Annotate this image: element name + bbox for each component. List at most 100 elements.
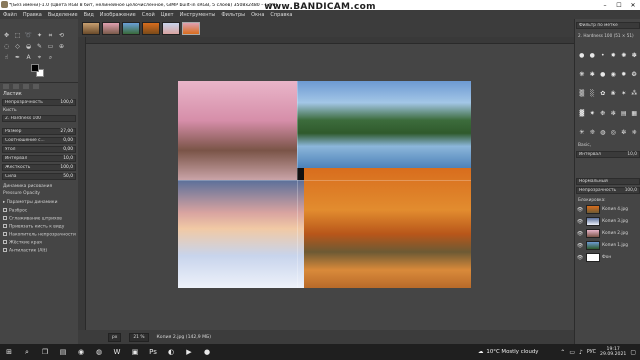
- layer-mode-select[interactable]: Нормальный: [576, 178, 640, 185]
- fuzzy-select-tool-icon[interactable]: ✦: [35, 31, 44, 40]
- path-tool-icon[interactable]: ✒: [13, 53, 22, 62]
- brush-item[interactable]: ░: [588, 90, 598, 98]
- brush-item[interactable]: ❊: [588, 129, 598, 137]
- brush-item[interactable]: ✹: [619, 70, 629, 78]
- opacity-slider[interactable]: Непрозрачность 100,0: [2, 99, 76, 106]
- rect-select-tool-icon[interactable]: ⬚: [13, 31, 22, 40]
- weather-widget[interactable]: ☁ 10°C Mostly cloudy: [478, 344, 538, 360]
- brush-item[interactable]: ✽: [630, 51, 640, 59]
- horizontal-ruler[interactable]: [86, 37, 574, 44]
- hardness-slider[interactable]: Жёсткость 100,0: [2, 164, 76, 171]
- menu-tools[interactable]: Инструменты: [180, 12, 216, 18]
- tray-arrow-icon[interactable]: ⌃: [560, 349, 565, 356]
- menu-help[interactable]: Справка: [270, 12, 292, 18]
- smooth-checkbox[interactable]: Сглаживание штрихов: [3, 216, 62, 222]
- menu-filters[interactable]: Фильтры: [221, 12, 245, 18]
- image-tab-active[interactable]: [182, 21, 200, 35]
- incremental-checkbox[interactable]: Накопитель непрозрачности: [3, 232, 76, 238]
- menu-view[interactable]: Вид: [84, 12, 94, 18]
- foreground-color-swatch[interactable]: [31, 64, 39, 72]
- menu-file[interactable]: Файл: [3, 12, 17, 18]
- layer-row[interactable]: 👁 Копия 2.jpg: [576, 228, 640, 239]
- cage-tool-icon[interactable]: ◇: [13, 42, 22, 51]
- force-slider[interactable]: Сила 50,0: [2, 173, 76, 180]
- explorer-icon[interactable]: ▤: [56, 345, 70, 359]
- brush-item[interactable]: ●: [577, 51, 587, 59]
- windows-start-icon[interactable]: ⊞: [2, 345, 16, 359]
- tab-tool-options[interactable]: [3, 84, 9, 89]
- layer-row[interactable]: 👁 Копия 1.jpg: [576, 240, 640, 251]
- brush-item[interactable]: ✸: [609, 51, 619, 59]
- layer-row[interactable]: 👁 Фон: [576, 252, 640, 263]
- lasso-tool-icon[interactable]: ➰: [24, 31, 33, 40]
- photos-icon[interactable]: ▣: [128, 345, 142, 359]
- photoshop-icon[interactable]: Ps: [146, 345, 160, 359]
- clock[interactable]: 19:17 29.09.2021: [600, 347, 626, 358]
- tab-device-status[interactable]: [13, 84, 19, 89]
- brush-item[interactable]: ✺: [619, 51, 629, 59]
- clone-tool-icon[interactable]: ⊕: [57, 42, 66, 51]
- transform-tool-icon[interactable]: ⟲: [57, 31, 66, 40]
- brush-item[interactable]: ✳: [577, 129, 587, 137]
- menu-windows[interactable]: Окна: [251, 12, 264, 18]
- brush-item[interactable]: ✷: [588, 109, 598, 117]
- warp-tool-icon[interactable]: ◌: [2, 42, 11, 51]
- brush-filter-input[interactable]: Фильтр по метке: [576, 22, 640, 29]
- notification-icon[interactable]: ▢: [630, 349, 636, 356]
- brush-item[interactable]: ◎: [609, 129, 619, 137]
- dynamics-options-expander[interactable]: ▸ Параметры динамики: [3, 200, 57, 205]
- tab-undo-history[interactable]: [23, 84, 29, 89]
- fill-tool-icon[interactable]: ◒: [24, 42, 33, 51]
- browser-icon[interactable]: ◉: [74, 345, 88, 359]
- media-icon[interactable]: ▶: [182, 345, 196, 359]
- image-tab-4[interactable]: [142, 21, 160, 35]
- angle-slider[interactable]: Угол 0,00: [2, 146, 76, 153]
- brush-item[interactable]: ❈: [630, 129, 640, 137]
- vertical-ruler[interactable]: [78, 37, 86, 330]
- anti-erase-checkbox[interactable]: Антиластик (Alt): [3, 248, 47, 254]
- brush-item[interactable]: •: [598, 51, 608, 59]
- brush-item[interactable]: ✶: [619, 90, 629, 98]
- brush-item[interactable]: ▓: [577, 109, 587, 117]
- brush-item[interactable]: ✿: [598, 90, 608, 98]
- word-icon[interactable]: W: [110, 345, 124, 359]
- close-button[interactable]: ✕: [626, 0, 640, 10]
- language-indicator[interactable]: РУС: [587, 350, 596, 355]
- brush-selector[interactable]: 2. Hardness 100: [2, 115, 76, 122]
- menu-select[interactable]: Выделение: [48, 12, 78, 18]
- brush-item[interactable]: ▤: [619, 109, 629, 117]
- eye-icon[interactable]: 👁: [576, 231, 584, 237]
- image-tab-3[interactable]: [122, 21, 140, 35]
- eye-icon[interactable]: 👁: [576, 207, 584, 213]
- hard-edge-checkbox[interactable]: Жёсткие края: [3, 240, 42, 246]
- dynamics-selector[interactable]: Pressure Opacity: [3, 191, 40, 196]
- spacing-slider[interactable]: Интервал 10,0: [2, 155, 76, 162]
- bandicam-icon[interactable]: ●: [200, 345, 214, 359]
- image-tab-2[interactable]: [102, 21, 120, 35]
- zoom-selector[interactable]: 21 %: [129, 332, 149, 342]
- menu-edit[interactable]: Правка: [23, 12, 42, 18]
- eye-icon[interactable]: 👁: [576, 243, 584, 249]
- menu-colors[interactable]: Цвет: [161, 12, 174, 18]
- network-icon[interactable]: ▭: [569, 349, 575, 356]
- brush-item[interactable]: ✱: [588, 70, 598, 78]
- brush-item[interactable]: ❋: [577, 70, 587, 78]
- menu-image[interactable]: Изображение: [100, 12, 136, 18]
- layer-row[interactable]: 👁 Копия 3.jpg: [576, 216, 640, 227]
- brush-spacing-slider[interactable]: Интервал 10,0: [576, 151, 640, 158]
- layer-row[interactable]: 👁 Копия 4.jpg: [576, 204, 640, 215]
- move-tool-icon[interactable]: ✥: [2, 31, 11, 40]
- eraser-tool-icon[interactable]: ▭: [46, 42, 55, 51]
- menu-layer[interactable]: Слой: [142, 12, 155, 18]
- eye-icon[interactable]: 👁: [576, 255, 584, 261]
- task-view-icon[interactable]: ❐: [38, 345, 52, 359]
- image-canvas[interactable]: [178, 81, 471, 288]
- minimize-button[interactable]: –: [598, 0, 612, 10]
- unit-selector[interactable]: px: [108, 332, 122, 342]
- brush-item[interactable]: ▒: [577, 90, 587, 98]
- scatter-checkbox[interactable]: Разброс: [3, 208, 27, 214]
- image-tab-1[interactable]: [82, 21, 100, 35]
- chrome-icon[interactable]: ◍: [92, 345, 106, 359]
- brush-item[interactable]: ◉: [609, 70, 619, 78]
- layer-opacity-slider[interactable]: Непрозрачность 100,0: [576, 187, 640, 194]
